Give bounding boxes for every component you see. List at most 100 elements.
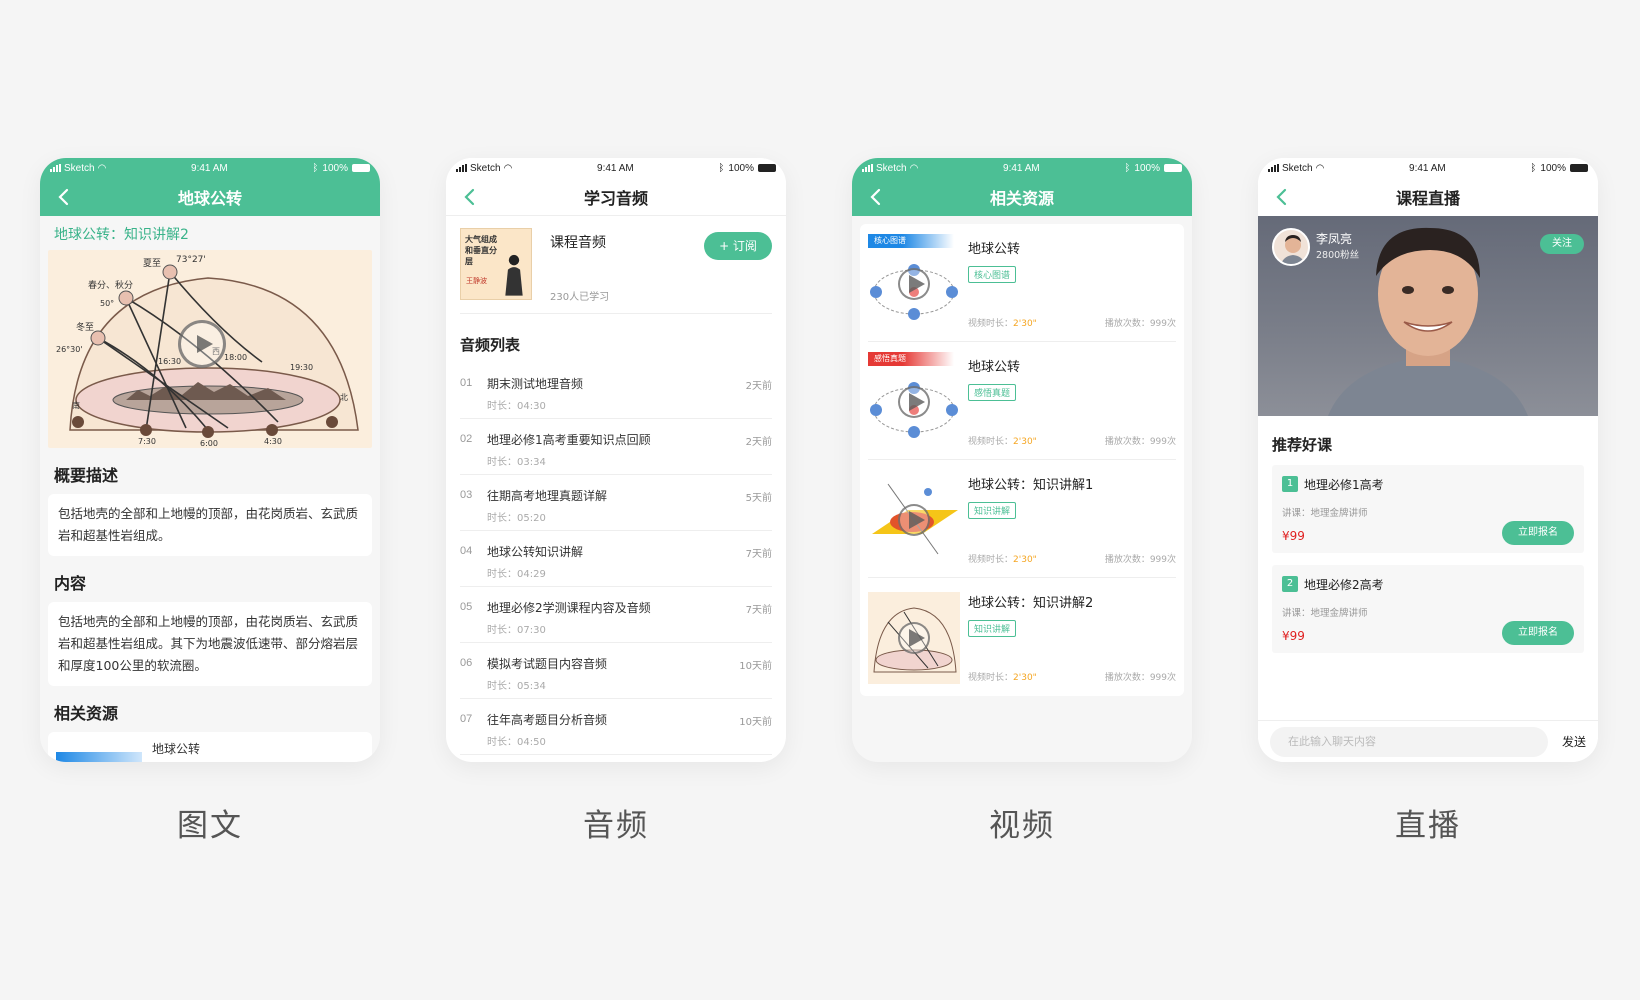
recommend-list: 1 地理必修1高考 讲课：地理金牌讲师 ¥99 立即报名 2 地理必修2高考 讲课：地理金牌讲… [1258,465,1598,653]
audio-list-title: 音频列表 [460,336,521,354]
page-title: 地球公转 [177,189,242,208]
carrier: Sketch [1282,162,1313,174]
enroll-button[interactable]: 立即报名 [1502,621,1574,645]
wifi-icon: ◠ [97,162,107,174]
course-teacher: 讲课：地理金牌讲师 [1282,608,1368,619]
audio-title: 地球公转知识讲解 [487,545,584,559]
play-icon[interactable] [898,622,930,654]
status-bar: Sketch ◠ 9:41 AM ᛒ 100% [852,158,1192,178]
send-button[interactable]: 发送 [1562,733,1586,750]
audio-item[interactable]: 07 往年高考题目分析音频 时长：04:50 10天前 [460,699,772,755]
audio-time-ago: 7天前 [745,605,772,616]
bluetooth-icon: ᛒ [718,162,725,174]
related-peek-card[interactable]: 地球公转 [48,732,372,762]
audio-duration: 时长：05:34 [487,681,546,692]
video-thumbnail[interactable] [868,592,960,684]
page-title: 课程直播 [1395,189,1460,208]
back-icon[interactable] [460,187,480,207]
battery-icon [1570,164,1588,172]
course-header: 大气组成和垂直分层 王静波 课程音频 230人已学习 + 订阅 [446,216,786,303]
bluetooth-icon: ᛒ [312,162,319,174]
nav-bar: 相关资源 [852,178,1192,216]
content-card: 包括地壳的全部和上地幔的顶部，由花岗质岩、玄武质岩和超基性岩组成。其下为地震波低… [48,602,372,686]
caption-video: 视频 [989,808,1055,844]
battery-text: 100% [1540,162,1566,174]
host-fans: 2800粉丝 [1316,250,1360,261]
content-title: 内容 [54,574,87,593]
audio-item[interactable]: 06 模拟考试题目内容音频 时长：05:34 10天前 [460,643,772,699]
play-icon[interactable] [898,386,930,418]
cover-author: 王静波 [466,277,487,285]
header: Sketch ◠ 9:41 AM ᛒ 100% 学习音频 [446,158,786,216]
audio-number: 06 [460,657,473,669]
video-item[interactable]: 感悟真题 地球公转 感悟真题 视频时长：2'30" 播放次数：999次 [868,342,1176,460]
nav-bar: 课程直播 [1258,178,1598,216]
teacher-figure-icon [505,254,523,296]
course-card[interactable]: 2 地理必修2高考 讲课：地理金牌讲师 ¥99 立即报名 [1272,565,1584,653]
wifi-icon: ◠ [503,162,513,174]
back-icon[interactable] [866,187,886,207]
signal-icon [50,164,61,172]
host-avatar[interactable] [1272,228,1310,266]
carrier: Sketch [470,162,501,174]
course-teacher: 讲课：地理金牌讲师 [1282,508,1368,519]
video-plays: 播放次数：999次 [1104,555,1176,565]
video-thumbnail[interactable] [868,238,960,330]
play-icon[interactable] [898,504,930,536]
battery-text: 100% [728,162,754,174]
duration-value: 2'30" [1013,555,1037,565]
audio-item[interactable]: 05 地理必修2学测课程内容及音频 时长：07:30 7天前 [460,587,772,643]
video-tag: 感悟真题 [868,352,954,366]
course-title: 地理必修1高考 [1304,478,1384,492]
nav-bar: 学习音频 [446,178,786,216]
recommend-title: 推荐好课 [1272,436,1333,454]
wifi-icon: ◠ [909,162,919,174]
play-icon[interactable] [178,320,226,368]
video-duration: 视频时长：2'30" [968,316,1037,329]
audio-item[interactable]: 04 地球公转知识讲解 时长：04:29 7天前 [460,531,772,587]
label-north: 北 [340,393,348,402]
audio-duration: 时长：05:20 [487,513,546,524]
chat-input[interactable]: 在此输入聊天内容 [1270,726,1548,757]
video-item[interactable]: 核心图谱 地球公转 核心图谱 视频时长：2'30" 播放次数：999次 [868,224,1176,342]
video-item[interactable]: 地球公转：知识讲解1 知识讲解 视频时长：2'30" 播放次数：999次 [868,460,1176,578]
audio-number: 02 [460,433,473,445]
video-tag: 核心图谱 [868,234,954,248]
audio-item[interactable]: 03 往期高考地理真题详解 时长：05:20 5天前 [460,475,772,531]
video-thumbnail[interactable] [868,474,960,566]
audio-item[interactable]: 02 地理必修1高考重要知识点回顾 时长：03:34 2天前 [460,419,772,475]
audio-time-ago: 7天前 [745,549,772,560]
back-icon[interactable] [54,187,74,207]
audio-time-ago: 5天前 [745,493,772,504]
header: Sketch ◠ 9:41 AM ᛒ 100% 相关资源 [852,158,1192,216]
enroll-button[interactable]: 立即报名 [1502,521,1574,545]
host-name: 李凤亮 [1316,232,1353,246]
duration-value: 2'30" [1013,673,1037,683]
status-time: 9:41 AM [191,162,228,174]
video-thumbnail[interactable] [868,356,960,448]
video-diagram[interactable]: 夏至 73°27' 春分、秋分 50° 冬至 26°30' 16:30 18:0… [48,250,372,448]
video-plays: 播放次数：999次 [1104,673,1176,683]
play-icon[interactable] [898,268,930,300]
follow-button[interactable]: 关注 [1540,234,1584,254]
audio-duration: 时长：04:50 [487,737,546,748]
status-time: 9:41 AM [597,162,634,174]
back-icon[interactable] [1272,187,1292,207]
label-angle-3: 26°30' [56,345,83,354]
course-card[interactable]: 1 地理必修1高考 讲课：地理金牌讲师 ¥99 立即报名 [1272,465,1584,553]
battery-text: 100% [1134,162,1160,174]
live-video[interactable]: 李凤亮 2800粉丝 关注 [1258,216,1598,416]
phone-video: Sketch ◠ 9:41 AM ᛒ 100% 相关资源 核心图谱 地球公转 核心图谱视… [852,158,1192,762]
course-title: 课程音频 [550,235,606,251]
subscribe-button[interactable]: + 订阅 [704,232,772,260]
page-title: 学习音频 [583,188,648,208]
video-item[interactable]: 地球公转：知识讲解2 知识讲解 视频时长：2'30" 播放次数：999次 [868,578,1176,696]
status-bar: Sketch ◠ 9:41 AM ᛒ 100% [40,158,380,178]
video-list: 核心图谱 地球公转 核心图谱 视频时长：2'30" 播放次数：999次 感悟真题 地球公转感… [860,224,1184,696]
audio-item[interactable]: 01 期末测试地理音频 时长：04:30 2天前 [460,363,772,419]
course-cover[interactable]: 大气组成和垂直分层 王静波 [460,228,532,300]
article-subtitle: 地球公转：知识讲解2 [54,227,189,243]
battery-icon [758,164,776,172]
bluetooth-icon: ᛒ [1530,162,1537,174]
video-plays: 播放次数：999次 [1104,437,1176,447]
